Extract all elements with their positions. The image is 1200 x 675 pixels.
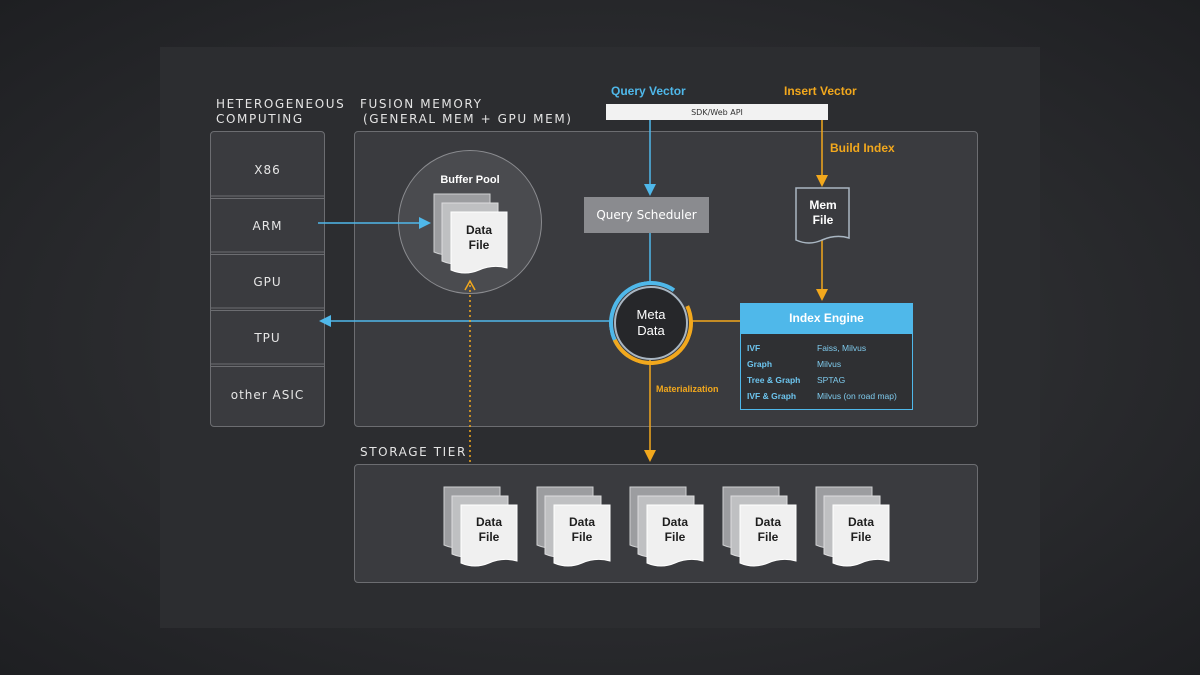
storage-data-file-label: Data File	[554, 515, 610, 545]
data-file-line2: File	[850, 530, 872, 544]
index-engine-header: Index Engine	[740, 303, 913, 333]
data-file-line1: Data	[847, 515, 874, 529]
mem-file-line1: Mem	[809, 198, 837, 212]
materialization-label: Materialization	[656, 384, 719, 394]
storage-data-file-label: Data File	[461, 515, 517, 545]
meta-data-line1: Meta	[636, 307, 666, 322]
data-file-line1: Data	[754, 515, 781, 529]
data-file-line2: File	[571, 530, 593, 544]
index-row-key: Tree & Graph	[747, 375, 801, 385]
data-file-line1: Data	[465, 223, 492, 237]
data-file-line2: File	[478, 530, 500, 544]
storage-data-file-label: Data File	[647, 515, 703, 545]
data-file-line1: Data	[568, 515, 595, 529]
data-file-line2: File	[664, 530, 686, 544]
index-row-key: IVF & Graph	[747, 391, 797, 401]
mem-file-line2: File	[812, 213, 834, 227]
index-row-value: Milvus	[817, 359, 842, 369]
index-row-key: Graph	[747, 359, 773, 369]
storage-data-file-label: Data File	[833, 515, 889, 545]
data-file-line2: File	[757, 530, 779, 544]
index-row-value: SPTAG	[817, 375, 846, 385]
mem-file-label: Mem File	[796, 198, 850, 228]
index-row-value: Milvus (on road map)	[817, 391, 897, 401]
data-file-line1: Data	[661, 515, 688, 529]
index-row-key: IVF	[747, 343, 761, 353]
meta-data-line2: Data	[637, 323, 665, 338]
meta-data-circle: Meta Data	[614, 286, 688, 360]
connectors	[318, 120, 890, 567]
storage-data-file-label: Data File	[740, 515, 796, 545]
buffer-data-file-label: Data File	[451, 223, 507, 253]
data-file-line2: File	[468, 238, 490, 252]
index-engine-table: IVF Faiss, Milvus Graph Milvus Tree & Gr…	[740, 333, 913, 410]
data-file-line1: Data	[475, 515, 502, 529]
index-row-value: Faiss, Milvus	[817, 343, 867, 353]
